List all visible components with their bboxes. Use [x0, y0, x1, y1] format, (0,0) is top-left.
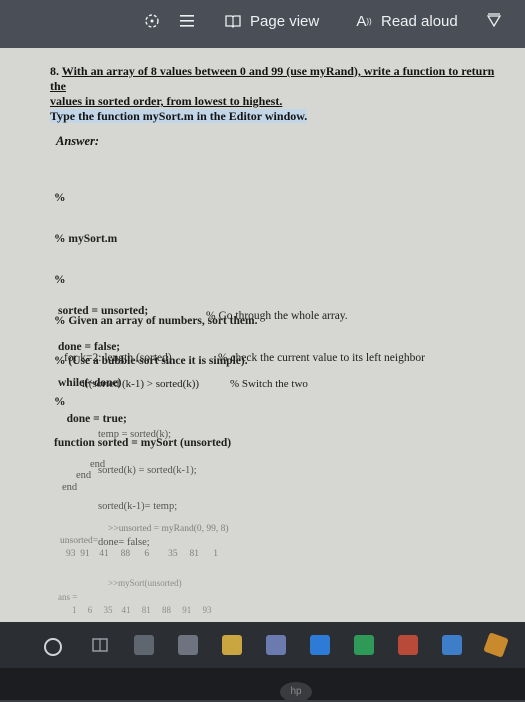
output-label-ans: ans = — [58, 592, 78, 602]
app-icon-4[interactable] — [398, 635, 418, 655]
answer-label: Answer: — [56, 134, 100, 148]
code-line: % mySort.m — [54, 232, 118, 245]
output-label-unsorted: unsorted= — [60, 536, 99, 546]
pin-icon — [485, 12, 503, 30]
app-icon-3[interactable] — [310, 635, 330, 655]
pin-toolbar-button[interactable] — [485, 12, 503, 30]
for-comment: % check the current value to its left ne… — [218, 352, 425, 364]
hp-logo: hp — [280, 682, 312, 702]
output-values-unsorted: 93 91 41 88 6 35 81 1 — [66, 549, 218, 559]
reader-toolbar: Page view A)) Read aloud — [0, 0, 525, 48]
question-line-2: values in sorted order, from lowest to h… — [50, 94, 283, 108]
laptop-bezel: hp — [0, 668, 525, 702]
if-comment: % Switch the two — [230, 378, 308, 390]
excel-icon[interactable] — [354, 635, 374, 655]
search-icon[interactable] — [44, 638, 62, 656]
page-view-button[interactable]: Page view — [224, 12, 319, 30]
code-end-1: end — [90, 459, 106, 470]
read-aloud-label: Read aloud — [381, 12, 458, 30]
text-options-button[interactable] — [178, 12, 196, 30]
focus-icon — [143, 12, 161, 30]
task-view-icon[interactable] — [90, 635, 110, 655]
code-line: temp = sorted(k); — [98, 429, 171, 440]
code-end-2: end — [76, 470, 92, 481]
if-line: if(sorted (k-1) > sorted(k)) — [82, 378, 200, 390]
document-page: 8. With an array of 8 values between 0 a… — [0, 48, 525, 622]
question-line-1: With an array of 8 values between 0 and … — [50, 64, 495, 93]
code-line: sorted = unsorted; — [58, 305, 149, 317]
file-explorer-icon[interactable] — [222, 635, 242, 655]
for-line: for k=2: length (sorted) — [64, 352, 172, 364]
text-lines-icon — [178, 12, 196, 30]
while-comment: % Go through the whole array. — [206, 310, 348, 322]
code-line: sorted(k-1)= temp; — [98, 501, 178, 512]
code-end-3: end — [62, 482, 78, 493]
app-icon-2[interactable] — [266, 635, 286, 655]
question-number: 8. — [50, 64, 59, 78]
command-unsorted: >>unsorted = myRand(0, 99, 8) — [108, 524, 229, 534]
taskbar — [0, 622, 525, 668]
page-view-label: Page view — [250, 12, 320, 30]
app-icon-6[interactable] — [483, 632, 509, 658]
book-icon — [224, 12, 242, 30]
question-text: 8. With an array of 8 values between 0 a… — [50, 64, 500, 124]
code-line: sorted(k) = sorted(k-1); — [98, 465, 197, 476]
code-line: % — [54, 192, 66, 205]
output-values-sorted: 1 6 35 41 81 88 91 93 — [72, 605, 212, 615]
command-mysort: >>mySort(unsorted) — [108, 578, 182, 588]
app-icon-1[interactable] — [134, 635, 154, 655]
focus-icon-button[interactable] — [143, 12, 161, 30]
read-aloud-icon: A)) — [356, 12, 372, 30]
app-icon-5[interactable] — [442, 635, 462, 655]
question-line-3: Type the function mySort.m in the Editor… — [50, 109, 308, 123]
read-aloud-button[interactable]: A)) Read aloud — [355, 12, 458, 30]
calculator-icon[interactable] — [178, 635, 198, 655]
